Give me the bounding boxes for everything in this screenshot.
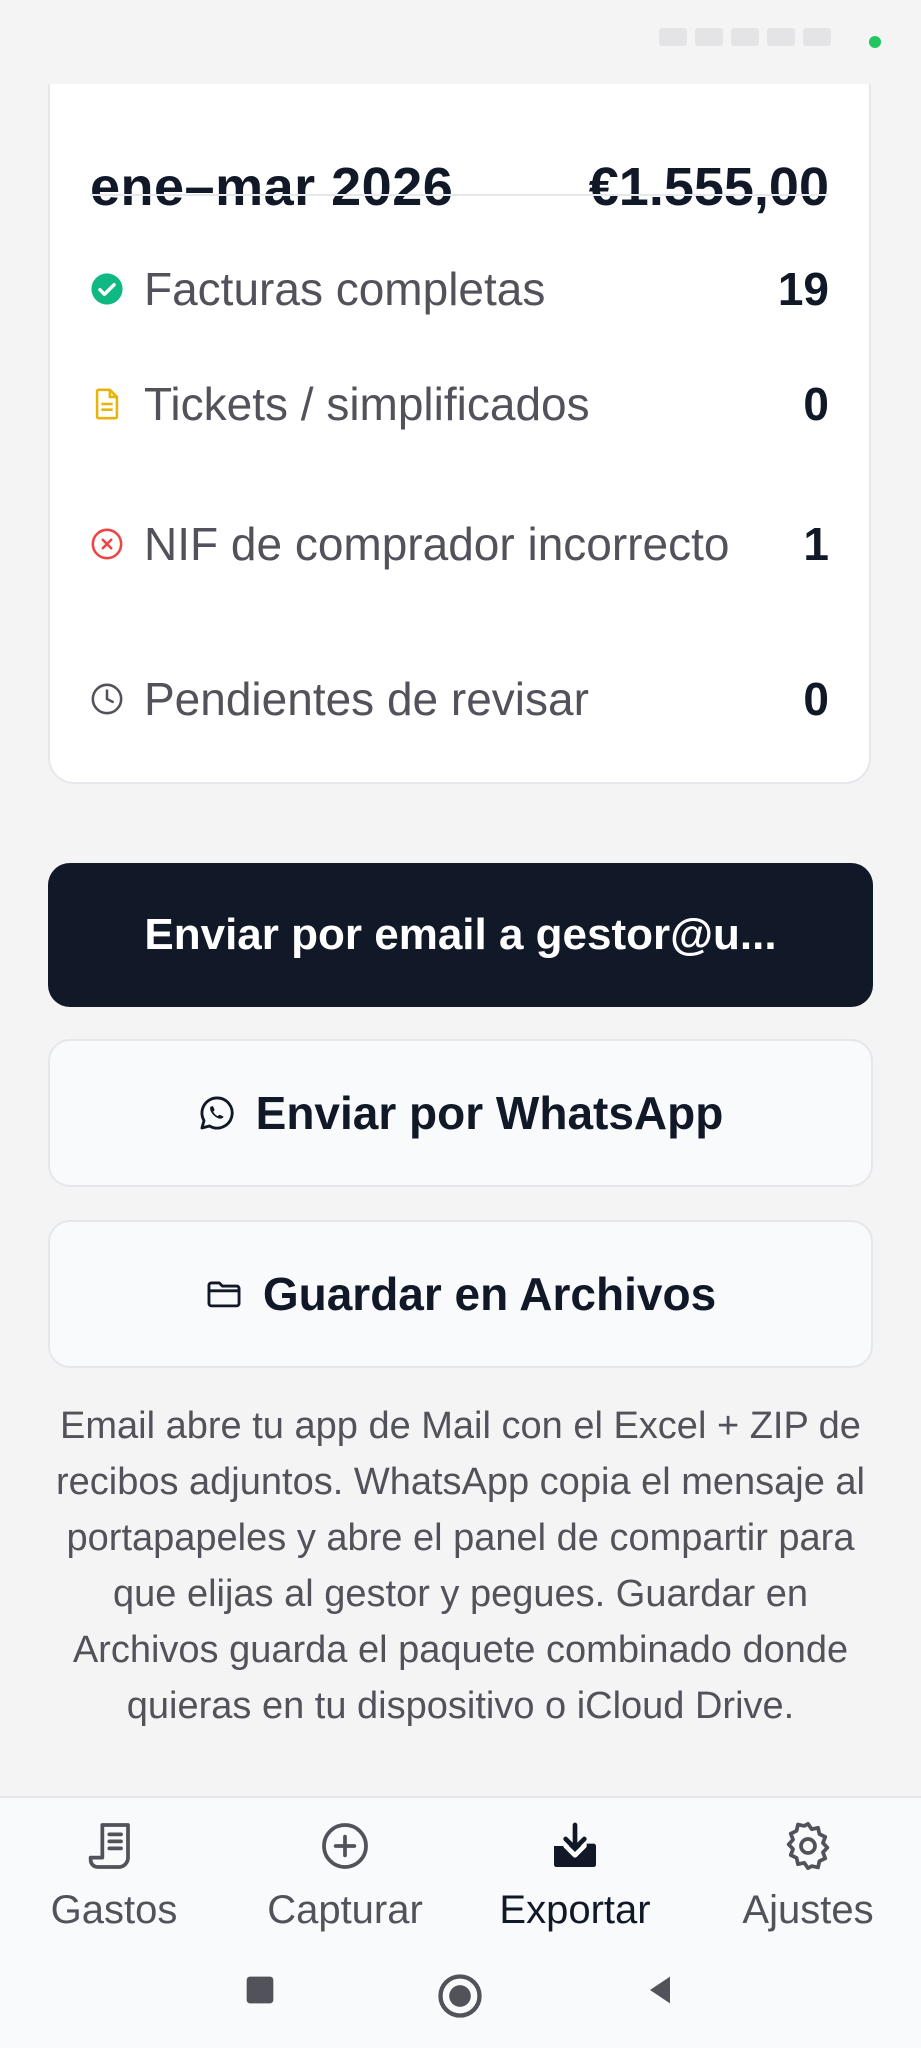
send-email-button[interactable]: Enviar por email a gestor@u... xyxy=(48,863,873,1007)
tab-label: Exportar xyxy=(499,1888,651,1932)
row-count: 1 xyxy=(803,518,829,570)
row-count: 19 xyxy=(777,263,829,315)
whatsapp-icon xyxy=(200,1096,234,1130)
total-amount: €1.555,00 xyxy=(588,157,829,217)
receipt-icon xyxy=(88,1823,130,1869)
recents-icon[interactable] xyxy=(240,1970,280,2010)
summary-row-complete: Facturas completas 19 xyxy=(90,254,829,324)
summary-row-tickets: Tickets / simplificados 0 xyxy=(90,369,829,439)
x-circle-icon xyxy=(91,528,123,560)
export-icon xyxy=(554,1822,596,1867)
summary-row-nif: NIF de comprador incorrecto 1 xyxy=(90,479,829,609)
row-label: Pendientes de revisar xyxy=(144,673,589,725)
home-icon[interactable] xyxy=(434,1970,486,2022)
send-email-label: Enviar por email a gestor@u... xyxy=(144,910,777,959)
tab-label: Ajustes xyxy=(742,1888,874,1932)
tab-label: Capturar xyxy=(267,1888,423,1932)
save-to-files-button[interactable]: Guardar en Archivos xyxy=(48,1220,873,1368)
tab-gastos[interactable]: Gastos xyxy=(14,1818,214,1933)
plus-circle-icon xyxy=(322,1823,368,1869)
row-label: NIF de comprador incorrecto xyxy=(144,518,730,570)
period-label: ene–mar 2026 xyxy=(90,157,454,217)
export-help-text: Email abre tu app de Mail con el Excel +… xyxy=(55,1405,865,1727)
row-count: 0 xyxy=(803,378,829,430)
clock-icon xyxy=(91,683,123,715)
recording-indicator-icon xyxy=(869,36,881,48)
document-icon xyxy=(95,388,119,420)
status-bar xyxy=(0,0,921,84)
divider xyxy=(90,194,829,196)
row-label: Facturas completas xyxy=(144,263,546,315)
status-icons xyxy=(651,28,851,50)
row-label: Tickets / simplificados xyxy=(144,378,590,430)
tab-capturar[interactable]: Capturar xyxy=(245,1818,445,1933)
save-to-files-label: Guardar en Archivos xyxy=(262,1268,717,1320)
back-icon[interactable] xyxy=(640,1970,680,2010)
folder-icon xyxy=(207,1281,241,1308)
send-whatsapp-label: Enviar por WhatsApp xyxy=(255,1087,724,1139)
check-circle-icon xyxy=(91,273,123,305)
tab-label: Gastos xyxy=(50,1888,178,1932)
tab-exportar[interactable]: Exportar xyxy=(475,1818,675,1933)
summary-row-pending: Pendientes de revisar 0 xyxy=(90,664,829,734)
gear-icon xyxy=(786,1821,830,1871)
row-count: 0 xyxy=(803,673,829,725)
send-whatsapp-button[interactable]: Enviar por WhatsApp xyxy=(48,1039,873,1187)
system-nav-bar xyxy=(0,1960,921,2020)
summary-card: ene–mar 2026 €1.555,00 Facturas completa… xyxy=(48,84,871,784)
tab-ajustes[interactable]: Ajustes xyxy=(708,1818,908,1933)
